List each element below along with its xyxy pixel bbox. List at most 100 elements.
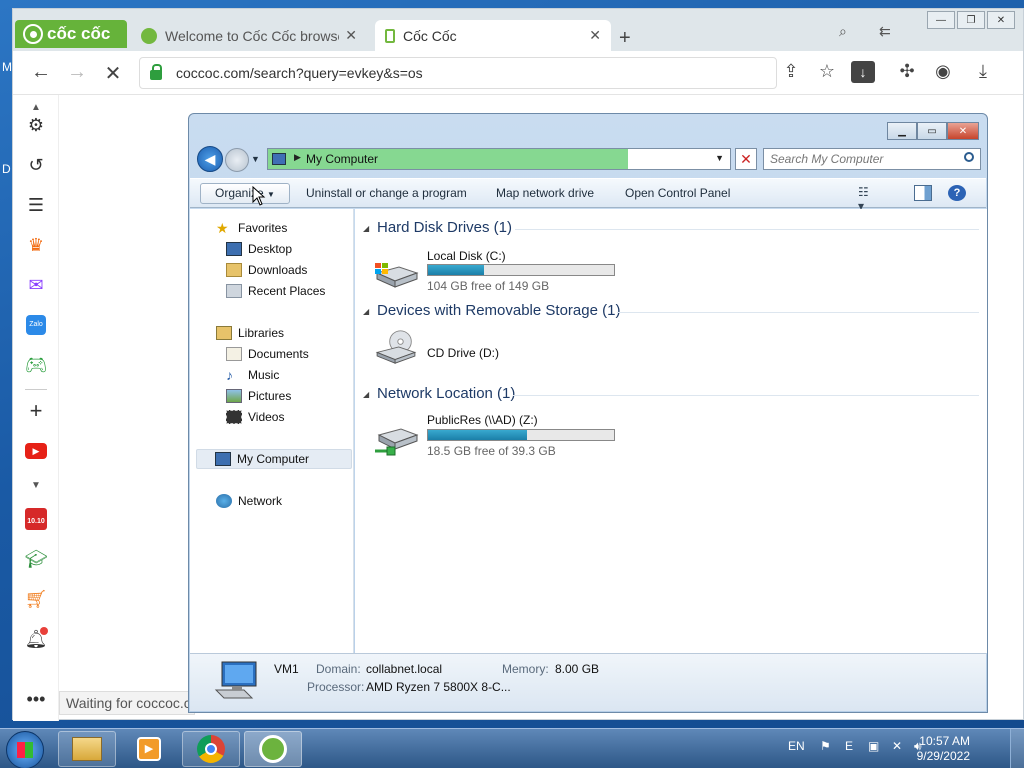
new-tab-button[interactable]: + xyxy=(619,27,631,50)
minimize-button[interactable]: ▁ xyxy=(887,122,917,140)
cd-drive-icon xyxy=(375,330,417,364)
nav-videos[interactable]: Videos xyxy=(226,410,284,424)
show-desktop-button[interactable] xyxy=(1010,729,1024,768)
network-status-icon[interactable]: ▣ xyxy=(868,739,879,753)
download-video-icon[interactable]: ↓ xyxy=(851,61,875,83)
clock-date: 9/29/2022 xyxy=(916,749,970,763)
profile-icon[interactable]: ◉ xyxy=(931,61,955,82)
back-button[interactable]: ← xyxy=(29,61,53,84)
youtube-icon[interactable]: ▶ xyxy=(25,443,47,459)
graduation-cap-icon[interactable]: 🎓︎ xyxy=(24,547,48,571)
forward-button[interactable] xyxy=(225,148,249,172)
coccoc-logo[interactable]: cốc cốc xyxy=(15,20,127,48)
bookmark-star-icon[interactable]: ☆ xyxy=(815,61,839,82)
shopping-cart-icon[interactable]: 🛒︎ xyxy=(24,587,48,611)
tab-welcome[interactable]: Welcome to Cốc Cốc browse ✕ xyxy=(131,20,367,51)
loading-page-icon xyxy=(385,28,395,43)
mouse-cursor-icon xyxy=(252,186,266,206)
nav-network[interactable]: Network xyxy=(216,494,282,508)
memory-label: Memory: xyxy=(502,662,549,676)
language-indicator[interactable]: EN xyxy=(788,739,805,753)
collapse-group-icon[interactable]: ◢ xyxy=(363,390,369,399)
address-dropdown-icon[interactable]: ▼ xyxy=(715,153,724,163)
evkey-icon[interactable]: E xyxy=(845,739,853,753)
group-removable-storage[interactable]: Devices with Removable Storage (1) xyxy=(377,302,620,319)
crown-icon[interactable]: ♛ xyxy=(24,233,48,257)
tab-coccoc[interactable]: Cốc Cốc ✕ xyxy=(375,20,611,51)
more-options-icon[interactable]: ••• xyxy=(24,687,48,711)
nav-documents[interactable]: Documents xyxy=(226,347,309,361)
taskbar-media-player[interactable]: ▶ xyxy=(120,731,178,767)
shopee-sale-icon[interactable]: 10.10 xyxy=(25,508,47,530)
extensions-icon[interactable]: ✣ xyxy=(895,61,919,82)
organize-button[interactable]: Organize ▼ xyxy=(200,183,290,204)
taskbar-coccoc[interactable] xyxy=(244,731,302,767)
taskbar-chrome[interactable] xyxy=(182,731,240,767)
close-tab-icon[interactable]: ✕ xyxy=(589,27,601,44)
nav-pictures[interactable]: Pictures xyxy=(226,389,291,403)
restore-button[interactable]: ❐ xyxy=(957,11,985,29)
settings-icon[interactable]: ⚙ xyxy=(24,113,48,137)
history-icon[interactable]: ↺ xyxy=(24,153,48,177)
address-bar[interactable]: ▶ My Computer ▼ xyxy=(267,148,731,170)
close-tab-icon[interactable]: ✕ xyxy=(345,27,357,44)
address-bar[interactable]: coccoc.com/search?query=evkey&s=os xyxy=(139,57,777,89)
search-input[interactable]: Search My Computer xyxy=(763,148,981,170)
notification-bell-icon[interactable]: 🔔︎ xyxy=(24,627,48,651)
reading-list-icon[interactable]: ☰ xyxy=(24,193,48,217)
help-icon[interactable]: ? xyxy=(948,185,966,201)
recent-places-icon xyxy=(226,284,242,298)
explorer-window-controls: ▁ ▭ ✕ xyxy=(887,122,979,140)
downloads-folder-icon xyxy=(226,263,242,277)
game-controller-icon[interactable]: 🎮︎ xyxy=(24,353,48,377)
share-icon[interactable]: ⇪ xyxy=(779,61,803,82)
nav-recent-places[interactable]: Recent Places xyxy=(226,284,325,298)
add-sidebar-item-icon[interactable]: + xyxy=(24,398,48,423)
stop-icon[interactable]: ✕ xyxy=(735,148,757,170)
search-icon xyxy=(964,152,974,162)
collapse-group-icon[interactable]: ◢ xyxy=(363,307,369,316)
action-center-icon[interactable]: ⚑ xyxy=(820,739,831,753)
drive-usage-fill xyxy=(428,430,527,440)
nav-label: Libraries xyxy=(238,326,285,340)
breadcrumb-arrow-icon[interactable]: ▶ xyxy=(294,152,301,163)
nav-my-computer[interactable]: My Computer xyxy=(196,449,352,469)
minimize-button[interactable]: — xyxy=(927,11,955,29)
nav-label: Downloads xyxy=(248,263,308,277)
map-network-drive-button[interactable]: Map network drive xyxy=(496,186,594,200)
hard-drive-icon xyxy=(375,263,419,288)
taskbar-explorer[interactable] xyxy=(58,731,116,767)
group-network-location[interactable]: Network Location (1) xyxy=(377,385,515,402)
preview-pane-icon[interactable] xyxy=(914,185,932,201)
tab-search-icon[interactable]: ⌕ xyxy=(839,23,847,40)
zalo-icon[interactable]: Zalo xyxy=(26,315,46,335)
search-placeholder: Search My Computer xyxy=(770,152,884,166)
messenger-icon[interactable]: ✉ xyxy=(24,273,48,297)
scroll-down-icon[interactable]: ▼ xyxy=(24,473,48,497)
nav-downloads[interactable]: Downloads xyxy=(226,263,307,277)
maximize-button[interactable]: ▭ xyxy=(917,122,947,140)
uninstall-program-button[interactable]: Uninstall or change a program xyxy=(306,186,467,200)
forward-button[interactable]: → xyxy=(65,61,89,84)
nav-label: Favorites xyxy=(238,221,288,235)
start-button[interactable] xyxy=(6,731,44,768)
nav-desktop[interactable]: Desktop xyxy=(226,242,292,256)
collapse-group-icon[interactable]: ◢ xyxy=(363,224,369,233)
clock[interactable]: 10:57 AM 9/29/2022 xyxy=(917,734,970,764)
close-button[interactable]: ✕ xyxy=(947,122,979,140)
nav-libraries[interactable]: Libraries xyxy=(216,326,284,340)
stop-loading-button[interactable]: ✕ xyxy=(101,61,125,86)
group-hard-disk-drives[interactable]: Hard Disk Drives (1) xyxy=(377,219,512,236)
nav-music[interactable]: ♪ Music xyxy=(226,368,279,382)
downloads-icon[interactable]: ⤓ xyxy=(971,61,995,82)
open-control-panel-button[interactable]: Open Control Panel xyxy=(625,186,730,200)
recent-pages-dropdown-icon[interactable]: ▼ xyxy=(251,154,260,164)
toolbar: ← → ✕ coccoc.com/search?query=evkey&s=os… xyxy=(13,51,1023,95)
back-button[interactable]: ◀ xyxy=(197,146,223,172)
close-button[interactable]: ✕ xyxy=(987,11,1015,29)
nav-favorites[interactable]: ★ Favorites xyxy=(216,221,287,235)
change-view-icon[interactable]: ☷ ▾ xyxy=(858,185,876,213)
command-bar: Organize ▼ Uninstall or change a program… xyxy=(190,178,986,213)
sync-icon[interactable]: ⇇ xyxy=(879,23,891,40)
device-disconnected-icon[interactable]: ✕ xyxy=(892,739,902,753)
